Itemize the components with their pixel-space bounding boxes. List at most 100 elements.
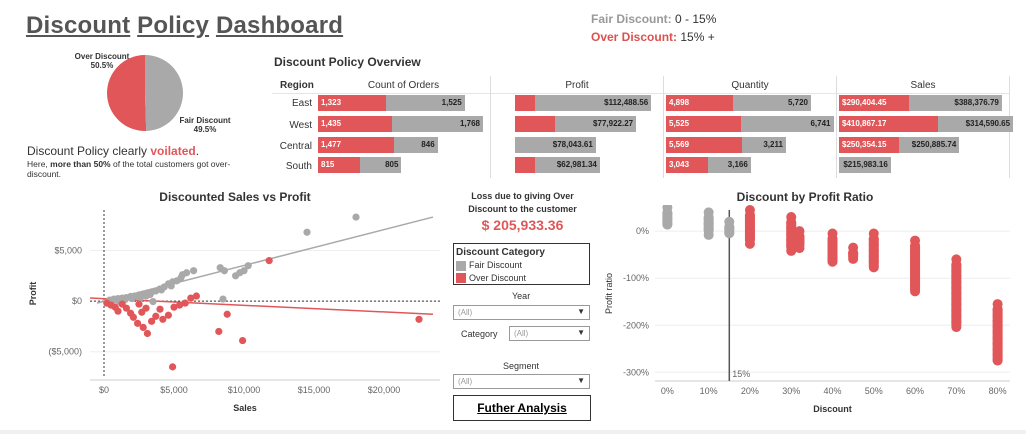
- profit-bar-label: [515, 98, 521, 107]
- x-tick-label: 70%: [947, 386, 965, 396]
- verdict-detail-suffix: of the total customers got over-: [110, 159, 231, 169]
- legend-item-over[interactable]: Over Discount: [454, 272, 589, 284]
- quantity-bar-label: 3,166: [727, 160, 748, 169]
- reference-line-label: 15%: [732, 369, 750, 379]
- data-point: [951, 322, 962, 333]
- bottom-scroll-strip: [0, 430, 1026, 434]
- dashboard-title: Discount Policy Dashboard: [26, 12, 343, 40]
- data-point: [220, 267, 228, 275]
- data-point: [215, 327, 223, 336]
- data-point: [244, 262, 252, 270]
- year-filter-dropdown[interactable]: (All) ▼: [453, 305, 590, 320]
- x-tick-label: $0: [99, 385, 109, 395]
- region-east: East: [291, 98, 312, 109]
- y-tick-label: -200%: [623, 320, 649, 330]
- quantity-bar-fair: 5,720: [732, 95, 812, 111]
- segment-filter-dropdown[interactable]: (All) ▼: [453, 374, 590, 389]
- profit-bar-fair: $112,488.56: [534, 95, 652, 111]
- x-tick-label: 10%: [700, 386, 718, 396]
- profit-bar-label: $78,043.61: [552, 140, 593, 149]
- discount-pie-chart: [107, 55, 184, 131]
- region-south: South: [285, 161, 312, 172]
- data-point: [152, 312, 160, 320]
- sales-bar-fair: $215,983.16: [839, 157, 891, 173]
- discount-profit-ratio-scatter: 0% -100% -200% -300% 0% 10% 20% 30% 40% 50% 60% 70%…: [604, 205, 1010, 414]
- profit-bar-fair: $62,981.34: [534, 157, 600, 173]
- sales-profit-chart-title: Discounted Sales vs Profit: [159, 190, 311, 204]
- fair-discount-range: 0 - 15%: [675, 12, 717, 26]
- column-divider: [1009, 76, 1010, 178]
- profit-ratio-chart-title: Discount by Profit Ratio: [736, 190, 874, 204]
- x-tick-label: 30%: [782, 386, 800, 396]
- orders-bar-over: 1,477: [318, 137, 395, 153]
- overview-title: Discount Policy Overview: [274, 55, 421, 69]
- y-tick-label: $5,000: [54, 245, 82, 255]
- sales-profit-scatter: $5,000 $0 ($5,000) $0 $5,000 $10,000 $15,000 $2…: [28, 210, 440, 413]
- sales-bar-fair: $314,590.65: [937, 116, 1014, 132]
- data-point: [143, 329, 151, 338]
- verdict-detail-line3: discount.: [27, 169, 62, 179]
- x-tick-label: 60%: [906, 386, 924, 396]
- further-analysis-button[interactable]: Futher Analysis: [453, 395, 591, 421]
- quantity-bar-fair: 6,741: [741, 116, 834, 132]
- quantity-bar-label: 5,569: [669, 140, 690, 149]
- orders-bar-over: 1,435: [318, 116, 392, 132]
- verdict-detail: Here, more than 50% of the total custome…: [27, 159, 230, 179]
- orders-bar-fair: 1,768: [391, 116, 483, 132]
- loss-caption-line2: Discount to the customer: [468, 204, 577, 214]
- orders-bar-label: 815: [321, 160, 335, 169]
- data-point: [169, 363, 177, 371]
- quantity-bar-over: 5,569: [666, 137, 743, 153]
- data-point: [703, 229, 714, 240]
- title-word: Discount: [26, 12, 131, 39]
- column-divider: [490, 76, 491, 178]
- fair-discount-definition: Fair Discount: 0 - 15%: [591, 12, 716, 26]
- quantity-bar-over: 5,525: [666, 116, 742, 132]
- profit-bar-over: [515, 95, 535, 111]
- profit-bar-label: [515, 119, 521, 128]
- chevron-down-icon: ▼: [577, 328, 585, 337]
- profit-bar-label: $62,981.34: [556, 160, 597, 169]
- sales-bar-label: $410,867.17: [842, 119, 887, 128]
- orders-bar-fair: 805: [359, 157, 402, 173]
- quantity-column-header: Quantity: [731, 80, 769, 91]
- fair-discount-label: Fair Discount:: [591, 12, 672, 26]
- orders-bar-fair: 1,525: [386, 95, 465, 111]
- pie-slice-fair: [145, 55, 184, 131]
- legend-item-fair[interactable]: Fair Discount: [454, 259, 589, 272]
- sales-bar-label: $388,376.79: [954, 98, 999, 107]
- y-axis-title: Profit: [28, 282, 38, 306]
- sales-bar-over: $290,404.45: [839, 95, 909, 111]
- sales-bar-over: $250,354.15: [839, 137, 900, 153]
- y-tick-label: $0: [72, 296, 82, 306]
- profit-bar-fair: $77,922.27: [555, 116, 637, 132]
- data-point: [139, 323, 147, 332]
- x-axis-title: Discount: [813, 404, 852, 414]
- profit-bar-over: [515, 157, 535, 173]
- x-tick-label: $15,000: [298, 385, 331, 395]
- x-tick-label: 80%: [989, 386, 1007, 396]
- profit-bar-over: [515, 116, 556, 132]
- category-filter-dropdown[interactable]: (All) ▼: [509, 326, 590, 341]
- data-point: [848, 253, 859, 264]
- data-point: [149, 297, 157, 306]
- x-tick-label: $10,000: [228, 385, 261, 395]
- data-point: [794, 243, 805, 254]
- profit-bar-label: $112,488.56: [604, 98, 649, 107]
- quantity-bar-label: 3,043: [669, 160, 690, 169]
- over-discount-label: Over Discount:: [591, 30, 678, 44]
- data-point: [910, 286, 921, 297]
- data-point: [135, 300, 143, 308]
- profit-bar-label: [515, 160, 521, 169]
- y-tick-label: ($5,000): [48, 347, 82, 357]
- over-discount-range: 15% +: [680, 30, 715, 44]
- data-point: [265, 257, 273, 265]
- fair-swatch-icon: [456, 260, 466, 271]
- orders-bar-label: 1,323: [321, 98, 342, 107]
- region-column-header: Region: [280, 80, 314, 91]
- segment-filter-value: (All): [458, 377, 473, 386]
- data-point: [146, 290, 154, 299]
- data-point: [114, 307, 122, 315]
- loss-amount: $ 205,933.36: [481, 217, 564, 233]
- quantity-bar-label: 6,741: [810, 119, 831, 128]
